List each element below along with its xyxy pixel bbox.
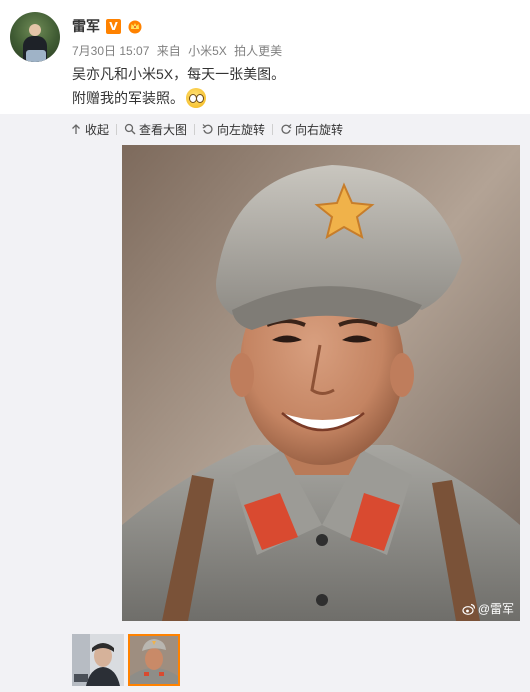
author-row: 雷军 V [72, 16, 143, 36]
post-text-line-2: 附赠我的军装照。 [72, 86, 285, 110]
rotate-left-label: 向左旋转 [217, 122, 266, 137]
zoom-icon [124, 123, 136, 135]
thumbnail-2-image [130, 636, 178, 684]
device-link[interactable]: 小米5X [188, 44, 227, 58]
rotate-left-icon [202, 124, 213, 134]
portrait-illustration [122, 145, 520, 621]
crown-icon[interactable] [127, 18, 143, 34]
post-meta: 7月30日 15:07 来自 小米5X 拍人更美 [72, 42, 286, 59]
emoji-icon [186, 88, 206, 108]
thumbnail-1[interactable] [72, 634, 124, 686]
post-header: 雷军 V 7月30日 15:07 来自 小米5X 拍人更美 吴亦凡和小米5X，每… [0, 0, 530, 114]
collapse-icon [72, 124, 80, 134]
rotate-right-label: 向右旋转 [295, 122, 344, 137]
author-name[interactable]: 雷军 [72, 16, 100, 36]
view-large-button[interactable]: 查看大图 [124, 121, 187, 138]
avatar-figure-head [29, 24, 41, 36]
media-panel: 收起 查看大图 向左旋转 向右旋转 @雷军 [0, 114, 530, 692]
thumbnail-2[interactable] [128, 634, 180, 686]
collapse-button[interactable]: 收起 [70, 121, 109, 138]
collapse-label: 收起 [85, 122, 110, 137]
toolbar-divider [272, 123, 274, 135]
post-text-line-1: 吴亦凡和小米5X，每天一张美图。 [72, 62, 285, 86]
post-text-line-2-content: 附赠我的军装照。 [72, 90, 184, 106]
view-large-label: 查看大图 [139, 122, 188, 137]
watermark-text: @雷军 [477, 602, 514, 616]
avatar-figure-legs [26, 50, 46, 62]
toolbar-divider [194, 123, 196, 135]
rotate-right-button[interactable]: 向右旋转 [280, 121, 343, 138]
post-date[interactable]: 7月30日 15:07 [72, 44, 149, 58]
post-text: 吴亦凡和小米5X，每天一张美图。 附赠我的军装照。 [72, 62, 285, 110]
thumbnail-1-image [72, 634, 124, 686]
thumbnail-strip [72, 634, 180, 686]
post-text-line-1-content: 吴亦凡和小米5X，每天一张美图。 [72, 66, 286, 82]
device-slogan[interactable]: 拍人更美 [234, 44, 282, 58]
rotate-left-button[interactable]: 向左旋转 [202, 121, 265, 138]
avatar[interactable] [10, 12, 60, 62]
verified-badge[interactable]: V [106, 18, 121, 34]
main-photo[interactable]: @雷军 [122, 145, 520, 621]
weibo-logo-icon [462, 603, 475, 615]
media-toolbar: 收起 查看大图 向左旋转 向右旋转 [70, 120, 343, 138]
toolbar-divider [116, 123, 118, 135]
from-prefix: 来自 [156, 44, 181, 58]
photo-watermark: @雷军 [462, 600, 514, 617]
rotate-right-icon [281, 124, 292, 134]
